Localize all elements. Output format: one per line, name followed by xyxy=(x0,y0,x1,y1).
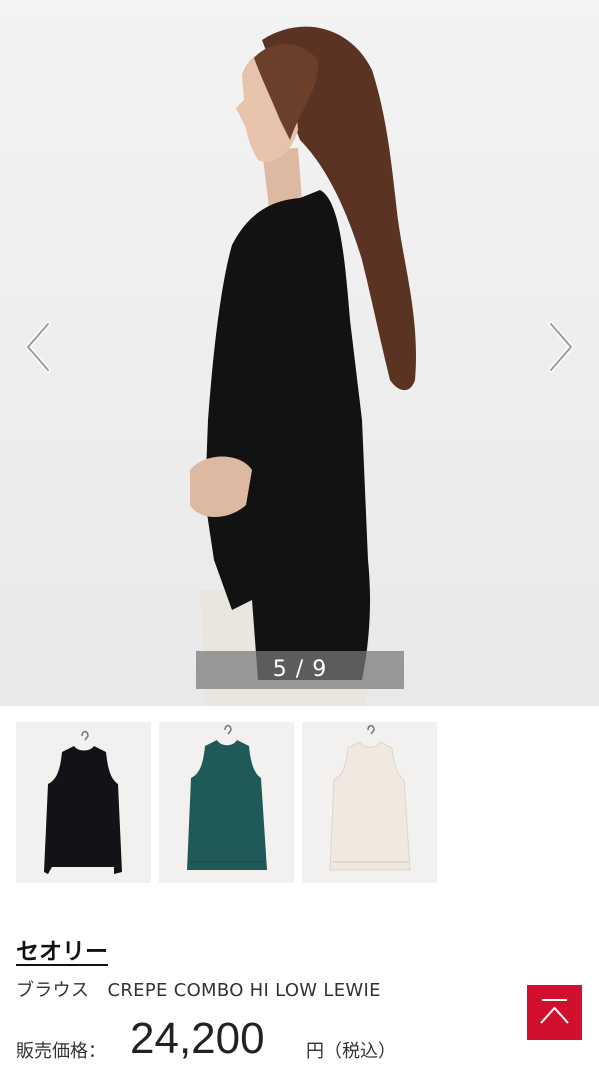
chevron-left-icon xyxy=(25,321,51,373)
price-value: 24,200 xyxy=(130,1014,265,1063)
previous-image-button[interactable] xyxy=(18,318,62,376)
scroll-to-top-icon xyxy=(540,999,569,1024)
thumbnail-ivory[interactable] xyxy=(302,722,437,883)
brand-link[interactable]: セオリー xyxy=(16,932,108,966)
product-main-image[interactable]: 5 / 9 xyxy=(0,0,599,706)
black-top-image xyxy=(44,730,122,874)
ivory-top-image xyxy=(329,724,411,871)
price-unit: 円（税込） xyxy=(306,1041,396,1062)
price-label: 販売価格： xyxy=(16,1041,106,1062)
image-counter: 5 / 9 xyxy=(196,651,404,689)
model-photo xyxy=(190,26,417,706)
teal-top-image xyxy=(187,724,267,870)
product-name: ブラウス CREPE COMBO HI LOW LEWIE xyxy=(16,980,381,1001)
chevron-right-icon xyxy=(548,321,574,373)
thumbnail-black[interactable] xyxy=(16,722,151,883)
thumbnail-teal[interactable] xyxy=(159,722,294,883)
color-thumbnails xyxy=(0,722,599,884)
scroll-to-top-button[interactable] xyxy=(527,985,582,1040)
next-image-button[interactable] xyxy=(537,318,581,376)
